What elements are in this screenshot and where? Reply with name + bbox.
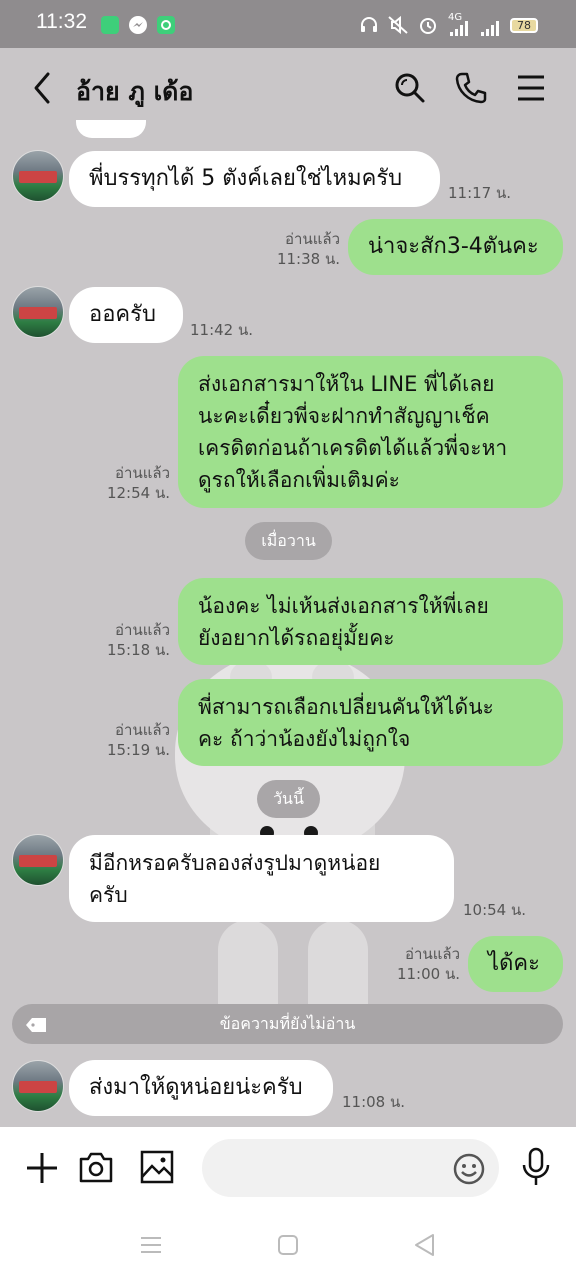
- message-text: ออครับ: [89, 302, 156, 327]
- headset-icon: [358, 14, 380, 41]
- tag-icon: [26, 1017, 46, 1036]
- avatar[interactable]: [12, 1060, 64, 1112]
- messenger-icon: [129, 16, 147, 34]
- message-line: ยังอยากได้รถอยุ่มั้ยคะ: [198, 625, 395, 650]
- message-line: ดูรถให้เลือกเพิ่มเติมค่ะ: [198, 468, 400, 492]
- message-text: น่าจะสัก3-4ตันคะ: [368, 234, 539, 259]
- menu-icon[interactable]: [516, 73, 546, 107]
- message-time: 11:08 น.: [342, 1093, 406, 1111]
- avatar[interactable]: [12, 834, 64, 886]
- unread-messages-divider: ข้อความที่ยังไม่อ่าน: [12, 1004, 563, 1044]
- message-bubble[interactable]: น้องคะ ไม่เห้นส่งเอกสารให้พี่เลย ยังอยาก…: [178, 578, 563, 665]
- message-line: พี่สามารถเลือกเปลี่ยนคันให้ได้นะ: [198, 694, 494, 719]
- message-input-field[interactable]: [202, 1139, 499, 1197]
- message-text: ส่งมาให้ดูหน่อยน่ะครับ: [89, 1075, 303, 1100]
- avatar[interactable]: [12, 150, 64, 202]
- recents-icon[interactable]: [140, 1235, 162, 1259]
- battery-icon: 78: [510, 18, 538, 33]
- read-receipt: อ่านแล้ว 15:18 น.: [106, 621, 170, 659]
- message-bubble[interactable]: พี่บรรทุกได้ 5 ตังค์เลยใช่ไหมครับ: [69, 151, 440, 207]
- read-receipt: อ่านแล้ว 11:00 น.: [396, 945, 460, 983]
- chat-title: อ้าย ภู เด้อ: [76, 77, 194, 106]
- settings-app-icon: [157, 16, 175, 34]
- mute-icon: [386, 14, 410, 41]
- message-time: 10:54 น.: [463, 901, 527, 919]
- message-bubble[interactable]: น่าจะสัก3-4ตันคะ: [348, 219, 563, 275]
- back-icon[interactable]: [30, 70, 54, 110]
- message-bubble[interactable]: ออครับ: [69, 287, 183, 343]
- message-bubble[interactable]: พี่สามารถเลือกเปลี่ยนคันให้ได้นะ คะ ถ้าว…: [178, 679, 563, 766]
- message-bubble[interactable]: มีอีกหรอครับลองส่งรูปมาดูหน่อย ครับ: [69, 835, 454, 922]
- message-time: 11:17 น.: [448, 184, 512, 202]
- message-line: ครับ: [89, 882, 128, 907]
- read-receipt: อ่านแล้ว 15:19 น.: [106, 721, 170, 759]
- message-bubble[interactable]: ได้คะ: [468, 936, 563, 992]
- alarm-icon: [418, 14, 438, 41]
- message-line: นะคะเดี๋ยวพี่จะฝากทำสัญญาเช็ค: [198, 404, 490, 428]
- signal-icon: [450, 20, 470, 41]
- home-icon[interactable]: [277, 1234, 299, 1260]
- date-divider-today: วันนี้: [257, 780, 320, 818]
- back-nav-icon[interactable]: [413, 1233, 435, 1261]
- phone-icon[interactable]: [454, 71, 488, 109]
- emoji-icon[interactable]: [452, 1152, 486, 1190]
- message-text: ได้คะ: [488, 951, 540, 976]
- read-receipt: อ่านแล้ว 11:38 น.: [276, 230, 340, 268]
- date-divider-yesterday: เมื่อวาน: [245, 522, 332, 560]
- read-receipt: อ่านแล้ว 12:54 น.: [106, 464, 170, 502]
- signal-icon: [481, 20, 503, 41]
- status-bar: 11:32 4G 78: [0, 0, 576, 48]
- clock: 11:32: [36, 10, 87, 33]
- unread-label: ข้อความที่ยังไม่อ่าน: [219, 1013, 356, 1033]
- message-line: มีอีกหรอครับลองส่งรูปมาดูหน่อย: [89, 850, 381, 875]
- app-green-icon: [101, 16, 119, 34]
- search-icon[interactable]: [393, 71, 427, 109]
- message-line: คะ ถ้าว่าน้องยังไม่ถูกใจ: [198, 726, 411, 751]
- microphone-icon[interactable]: [520, 1147, 552, 1191]
- message-bubble[interactable]: ส่งมาให้ดูหน่อยน่ะครับ: [69, 1060, 333, 1116]
- message-bubble-partial[interactable]: [76, 120, 146, 138]
- message-bubble[interactable]: ส่งเอกสารมาให้ใน LINE พี่ได้เลย นะคะเดี๋…: [178, 356, 563, 508]
- message-line: น้องคะ ไม่เห้นส่งเอกสารให้พี่เลย: [198, 593, 489, 618]
- message-text: พี่บรรทุกได้ 5 ตังค์เลยใช่ไหมครับ: [89, 166, 403, 191]
- message-line: เครดิตก่อนถ้าเครดิตได้แล้วพี่จะหา: [198, 436, 508, 460]
- image-icon[interactable]: [139, 1149, 175, 1189]
- message-time: 11:42 น.: [190, 321, 254, 339]
- avatar[interactable]: [12, 286, 64, 338]
- plus-icon[interactable]: [25, 1151, 59, 1189]
- message-line: ส่งเอกสารมาให้ใน LINE พี่ได้เลย: [198, 372, 495, 396]
- camera-icon[interactable]: [78, 1149, 114, 1189]
